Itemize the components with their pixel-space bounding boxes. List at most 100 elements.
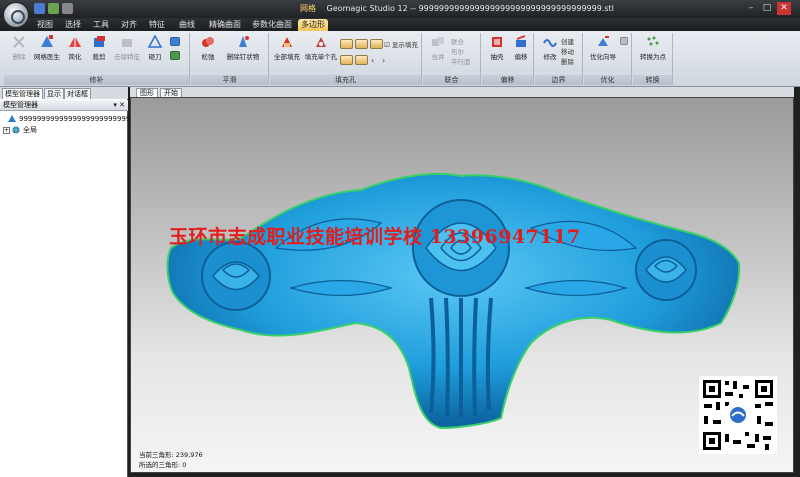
remove-spikes-button[interactable]: 删除钉状物 (225, 35, 261, 65)
tab-select[interactable]: 选择 (62, 19, 84, 31)
flip-label: 砸刀 (148, 53, 162, 61)
mesh-doctor-button[interactable]: 网格医生 (34, 35, 60, 65)
fill-tangent-icon[interactable] (355, 39, 368, 49)
remove-spikes-icon (239, 36, 249, 47)
ribbon-group-boundary: 修改 创建 移动 删除 边界 (535, 33, 583, 85)
fill-prev-icon[interactable]: ‹ (371, 56, 374, 65)
boundary-delete[interactable]: 删除 (561, 56, 574, 66)
tab-model-manager[interactable]: 模型管理器 (2, 88, 43, 99)
relax-button[interactable]: 松弛 (195, 35, 221, 65)
ribbon-group-label-smooth: 平滑 (191, 75, 268, 85)
fill-curvature-icon[interactable] (340, 39, 353, 49)
repair-small-tool-1-icon[interactable] (170, 37, 180, 46)
boundary-create[interactable]: 创建 (561, 36, 574, 46)
application-menu-button[interactable] (3, 2, 29, 28)
graphics-viewport[interactable]: 玉环市志成职业技能培训学校 13396947117 当前三角形: 239,976… (130, 97, 794, 473)
tab-exact-surfaces[interactable]: 精确曲面 (208, 19, 242, 31)
remove-feature-label: 去除特征 (114, 53, 140, 61)
quick-access-dropdown-icon[interactable] (62, 3, 73, 14)
optimize-wizard-button[interactable]: 优化向导 (588, 35, 618, 65)
qr-code (699, 376, 777, 454)
fill-all-button[interactable]: 全部填充 (272, 35, 302, 65)
minimize-button[interactable]: – (744, 2, 758, 15)
view-tabs: 图形 开始 (130, 87, 800, 97)
convert-to-points-label: 转换为点 (640, 53, 666, 61)
boundary-wave-icon (543, 39, 557, 47)
fill-all-label: 全部填充 (274, 53, 300, 61)
delete-button[interactable]: 删除 (6, 35, 32, 65)
panel-tabs: 模型管理器 显示 对话框 (0, 87, 128, 99)
repair-small-tool-2-icon[interactable] (170, 51, 180, 60)
window-right-border (794, 87, 800, 477)
ribbon-group-offset: 抽壳 偏移 偏移 (482, 33, 534, 85)
combine-option-a[interactable]: 联合 (451, 36, 464, 46)
mesh-doctor-icon (41, 35, 53, 47)
show-hole-checkbox[interactable]: ☑ 显示填充 (384, 39, 418, 49)
trim-button[interactable]: 裁剪 (86, 35, 112, 65)
convert-to-points-button[interactable]: 转换为点 (637, 35, 669, 65)
combine-option-c[interactable]: 平行面 (451, 56, 471, 66)
expand-icon[interactable]: + (3, 126, 10, 134)
ribbon-group-label-combine: 联合 (423, 75, 480, 85)
ribbon-group-label-offset: 偏移 (482, 75, 533, 85)
relax-label: 松弛 (201, 53, 215, 61)
combine-button[interactable]: 合并 (425, 35, 451, 65)
tab-align[interactable]: 对齐 (118, 19, 140, 31)
flip-button[interactable]: 砸刀 (142, 35, 168, 65)
ribbon-group-convert: 转换为点 转换 (633, 33, 673, 85)
delete-label: 删除 (12, 53, 26, 61)
selected-triangles-line: 所选的三角形: 0 (139, 460, 203, 470)
tree-item-global-label: 全局 (23, 126, 37, 134)
tab-polygons[interactable]: 多边形 (298, 19, 328, 31)
edit-boundary-label: 修改 (543, 53, 557, 61)
remove-feature-icon (122, 39, 132, 47)
fill-single-label: 填充单个孔 (304, 53, 338, 61)
ribbon: 删除 网格医生 简化 裁剪 去除特征 砸刀 修补 松弛 删除钉状物 平滑 全部填… (0, 31, 800, 87)
save-icon[interactable] (34, 3, 45, 14)
close-button[interactable]: ✕ (777, 2, 791, 15)
panel-header-controls[interactable]: ▾ ✕ (113, 100, 125, 111)
edit-boundary-button[interactable]: 修改 (537, 35, 563, 65)
tab-graphics[interactable]: 图形 (136, 88, 158, 97)
undo-icon[interactable] (48, 3, 59, 14)
ribbon-group-label-boundary: 边界 (535, 75, 582, 85)
combine-option-b[interactable]: 布尔 (451, 46, 464, 56)
fill-next-icon[interactable]: › (382, 56, 385, 65)
remove-feature-button[interactable]: 去除特征 (112, 35, 142, 65)
shell-button[interactable]: 抽壳 (484, 35, 510, 65)
fill-flat-icon[interactable] (370, 39, 383, 49)
fill-complete-icon[interactable] (340, 55, 353, 65)
tree-item-global[interactable]: + 全局 (3, 125, 125, 135)
carved-relief-model[interactable] (131, 98, 794, 473)
simplify-button[interactable]: 简化 (62, 35, 88, 65)
show-hole-label: 显示填充 (391, 41, 418, 49)
ribbon-group-label-convert: 转换 (633, 75, 672, 85)
tab-parametric-surfaces[interactable]: 参数化曲面 (250, 19, 294, 31)
optimize-wizard-label: 优化向导 (590, 53, 616, 61)
current-triangles-value: 239,976 (175, 451, 203, 459)
tab-view[interactable]: 视图 (34, 19, 56, 31)
fill-edge-icon[interactable] (355, 55, 368, 65)
tab-features[interactable]: 特征 (146, 19, 168, 31)
remove-spikes-label: 删除钉状物 (226, 53, 260, 61)
offset-button[interactable]: 偏移 (508, 35, 534, 65)
optimize-small-tool-icon[interactable] (620, 37, 628, 45)
combine-icon (432, 37, 444, 46)
simplify-label: 简化 (68, 53, 82, 61)
tab-start[interactable]: 开始 (160, 88, 182, 97)
tab-tools[interactable]: 工具 (90, 19, 112, 31)
offset-icon (516, 35, 526, 47)
tree-item-model[interactable]: 999999999999999999999999999999999999 (8, 114, 130, 124)
fill-all-icon (282, 37, 292, 47)
tab-dialog[interactable]: 对话框 (64, 88, 91, 99)
maximize-button[interactable]: □ (760, 2, 774, 15)
tab-display[interactable]: 显示 (44, 88, 64, 99)
fill-single-button[interactable]: 填充单个孔 (304, 35, 338, 65)
mesh-doctor-label: 网格医生 (34, 53, 60, 61)
boundary-move[interactable]: 移动 (561, 46, 574, 56)
shell-label: 抽壳 (490, 53, 504, 61)
tab-curves[interactable]: 曲线 (176, 19, 198, 31)
panel-header: 模型管理器 ▾ ✕ (0, 100, 128, 111)
window-title: 网格 Geomagic Studio 12 -- 999999999999999… (300, 3, 614, 14)
offset-label: 偏移 (514, 53, 528, 61)
